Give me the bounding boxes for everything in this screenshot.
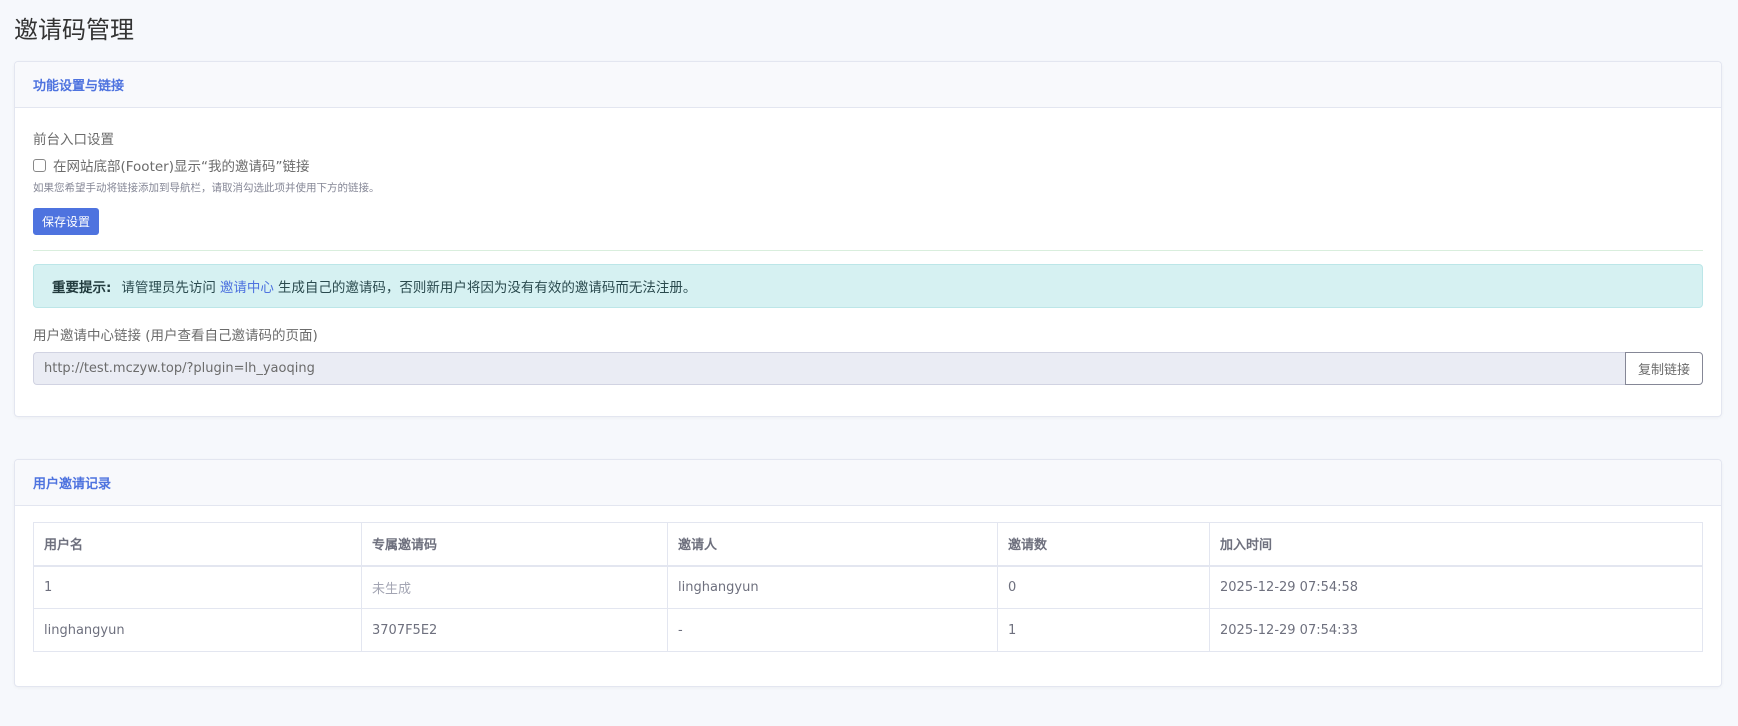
invite-center-url-label: 用户邀请中心链接 (用户查看自己邀请码的页面)	[33, 328, 318, 344]
settings-card-title: 功能设置与链接	[33, 79, 125, 94]
column-header-username: 用户名	[33, 522, 362, 567]
invite-records-table: 用户名 专属邀请码 邀请人 邀请数 加入时间 1 未生成 linghangyun…	[33, 522, 1703, 652]
cell-invite-code: 3707F5E2	[361, 608, 668, 652]
alert-title: 重要提示:	[52, 280, 112, 296]
invite-url-group: 复制链接	[33, 352, 1703, 385]
cell-inviter: linghangyun	[667, 565, 998, 609]
copy-link-button[interactable]: 复制链接	[1625, 352, 1703, 385]
settings-card-header: 功能设置与链接	[15, 62, 1721, 108]
column-header-join-time: 加入时间	[1209, 522, 1703, 567]
records-card: 用户邀请记录 用户名 专属邀请码 邀请人 邀请数 加入时间 1 未生成 ling…	[14, 459, 1722, 687]
invite-center-link[interactable]: 邀请中心	[220, 276, 274, 296]
footer-link-checkbox-label[interactable]: 在网站底部(Footer)显示“我的邀请码”链接	[53, 155, 309, 175]
table-header-row: 用户名 专属邀请码 邀请人 邀请数 加入时间	[33, 522, 1703, 567]
page-title: 邀请码管理	[14, 16, 134, 44]
column-header-inviter: 邀请人	[667, 522, 998, 567]
section-divider	[33, 250, 1703, 251]
frontend-entry-label: 前台入口设置	[33, 132, 114, 148]
important-notice-alert: 重要提示: 请管理员先访问 邀请中心 生成自己的邀请码，否则新用户将因为没有有效…	[33, 264, 1703, 308]
column-header-invite-code: 专属邀请码	[361, 522, 668, 567]
settings-card: 功能设置与链接 前台入口设置 在网站底部(Footer)显示“我的邀请码”链接 …	[14, 61, 1722, 417]
records-card-header: 用户邀请记录	[15, 460, 1721, 506]
cell-join-time: 2025-12-29 07:54:58	[1209, 565, 1703, 609]
footer-link-checkbox[interactable]	[33, 158, 46, 172]
alert-text-after: 生成自己的邀请码，否则新用户将因为没有有效的邀请码而无法注册。	[277, 280, 697, 296]
cell-invite-code: 未生成	[361, 565, 668, 609]
table-row: 1 未生成 linghangyun 0 2025-12-29 07:54:58	[33, 565, 1703, 609]
cell-inviter: -	[667, 608, 998, 652]
footer-link-option[interactable]: 在网站底部(Footer)显示“我的邀请码”链接	[33, 155, 309, 175]
cell-username: linghangyun	[33, 608, 362, 652]
save-settings-button[interactable]: 保存设置	[33, 208, 100, 235]
cell-invite-count: 1	[997, 608, 1210, 652]
cell-invite-count: 0	[997, 565, 1210, 609]
table-row: linghangyun 3707F5E2 - 1 2025-12-29 07:5…	[33, 608, 1703, 652]
cell-username: 1	[33, 565, 362, 609]
alert-text-before: 请管理员先访问	[121, 280, 216, 296]
records-card-title: 用户邀请记录	[33, 477, 112, 492]
cell-join-time: 2025-12-29 07:54:33	[1209, 608, 1703, 652]
invite-url-input[interactable]	[33, 352, 1625, 385]
column-header-invite-count: 邀请数	[997, 522, 1210, 567]
footer-link-hint: 如果您希望手动将链接添加到导航栏，请取消勾选此项并使用下方的链接。	[33, 182, 380, 194]
